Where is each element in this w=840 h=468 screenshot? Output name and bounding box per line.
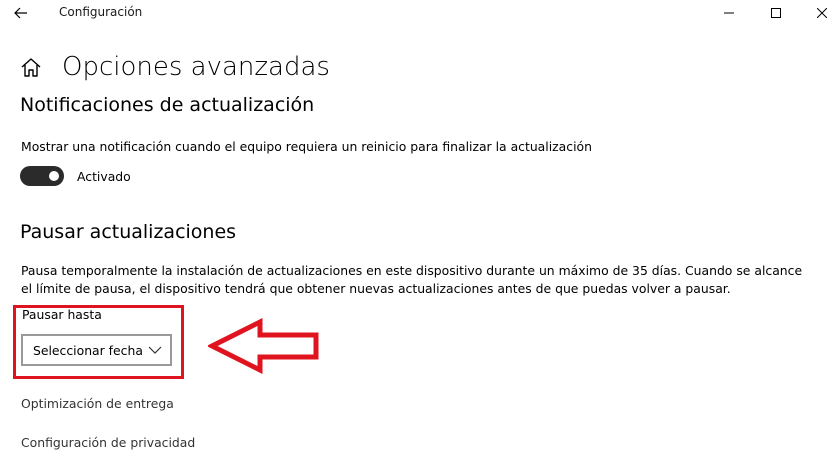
app-title: Configuración [59,5,143,19]
arrow-left-icon [14,7,27,19]
pause-date-dropdown[interactable]: Seleccionar fecha [21,334,172,366]
title-bar: Configuración [0,0,840,26]
pause-description: Pausa temporalmente la instalación de ac… [21,263,803,296]
chevron-down-icon [148,346,162,354]
home-icon[interactable] [20,57,42,79]
close-icon [817,8,827,18]
maximize-button[interactable] [753,0,799,26]
toggle-state-label: Activado [77,169,131,184]
close-button[interactable] [799,0,840,26]
restart-notification-toggle[interactable] [20,166,64,186]
minimize-button[interactable] [706,0,752,26]
notifications-heading: Notificaciones de actualización [20,94,315,116]
pause-heading: Pausar actualizaciones [20,221,237,243]
toggle-knob [49,171,59,181]
settings-window: Configuración Opciones avanzadas Notific… [0,0,840,468]
page-title: Opciones avanzadas [62,52,330,82]
delivery-optimization-link[interactable]: Optimización de entrega [21,396,174,411]
red-arrow-left-icon [208,318,319,374]
privacy-settings-link[interactable]: Configuración de privacidad [21,435,195,450]
back-button[interactable] [8,2,34,24]
notifications-description: Mostrar una notificación cuando el equip… [21,139,592,154]
maximize-icon [771,8,781,18]
pause-until-label: Pausar hasta [22,307,102,322]
minimize-icon [724,12,734,14]
dropdown-value: Seleccionar fecha [33,343,143,358]
